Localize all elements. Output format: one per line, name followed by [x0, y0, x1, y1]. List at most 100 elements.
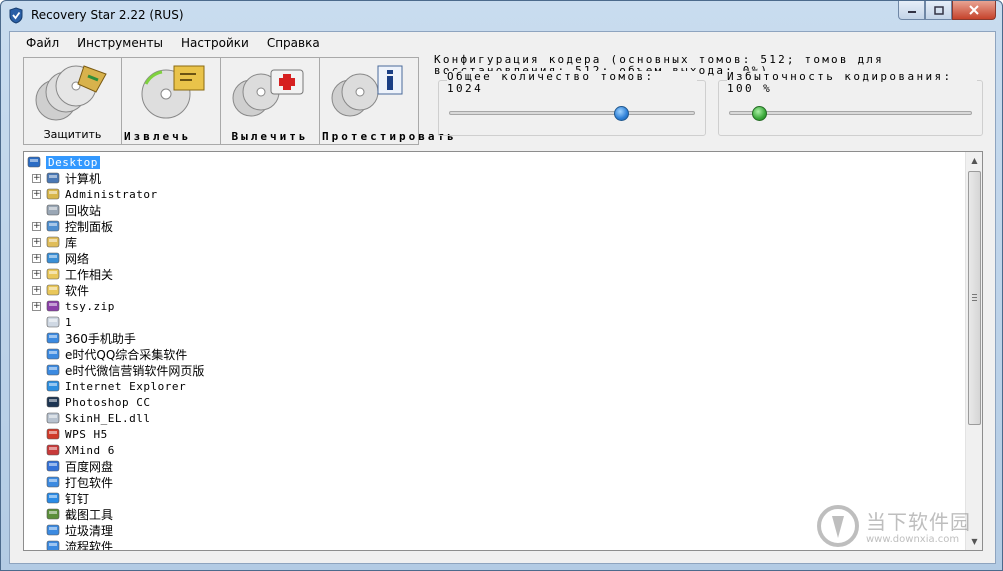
encoder-config-panel: Конфигурация кодера (основных томов: 512…: [428, 52, 988, 142]
app-shortcut-icon: [45, 474, 61, 490]
ie-icon: [45, 378, 61, 394]
tree-item[interactable]: + Administrator: [32, 186, 158, 202]
zip-icon: [45, 298, 61, 314]
tree-item[interactable]: + 计算机: [32, 170, 102, 186]
snipping-icon: [45, 506, 61, 522]
total-volumes-slider[interactable]: [449, 106, 695, 121]
tree-item-label: e时代QQ综合采集软件: [65, 347, 188, 362]
tree-expander-icon[interactable]: +: [32, 301, 41, 311]
watermark: 当下软件园 www.downxia.com: [816, 504, 986, 552]
tree-item-label: 1: [65, 315, 73, 329]
tree-item-label: 钉钉: [65, 491, 90, 506]
app-shortcut-icon: [45, 522, 61, 538]
tree-item[interactable]: WPS H5: [45, 426, 108, 442]
extract-button[interactable]: Извлечь: [122, 57, 221, 145]
close-button[interactable]: [952, 1, 996, 20]
tree-item-label: 打包软件: [65, 475, 114, 490]
baidu-icon: [45, 458, 61, 474]
tree-expander-icon[interactable]: +: [32, 173, 41, 183]
watermark-url: www.downxia.com: [866, 534, 960, 545]
scroll-grip-icon: [972, 294, 977, 301]
menu-settings[interactable]: Настройки: [173, 32, 259, 54]
tree-item-label: 回收站: [65, 203, 102, 218]
tree-item[interactable]: 打包软件: [45, 474, 113, 490]
tree-item-label: 垃圾清理: [65, 523, 114, 538]
title-bar[interactable]: Recovery Star 2.22 (RUS): [1, 1, 1002, 31]
tree-item[interactable]: Internet Explorer: [45, 378, 186, 394]
test-button[interactable]: Протестировать: [320, 57, 457, 145]
extract-label: Извлечь: [124, 130, 192, 143]
menu-bar: Файл Инструменты Настройки Справка: [10, 32, 995, 54]
tree-expander-icon[interactable]: +: [32, 285, 41, 295]
tree-item-label: SkinH_EL.dll: [65, 411, 151, 425]
watermark-name: 当下软件园: [866, 510, 971, 534]
tree-item[interactable]: 垃圾清理: [45, 522, 113, 538]
tree-item[interactable]: + 工作相关: [32, 266, 114, 282]
tree-item[interactable]: 百度网盘: [45, 458, 113, 474]
protect-discs-icon: [35, 65, 107, 121]
tree-item-label: 工作相关: [65, 267, 114, 282]
shortcut-icon: [45, 314, 61, 330]
dingtalk-icon: [45, 490, 61, 506]
tree-item-label: XMind 6: [65, 443, 115, 457]
xmind-icon: [45, 442, 61, 458]
menu-help[interactable]: Справка: [259, 32, 330, 54]
network-icon: [45, 250, 61, 266]
redundancy-group: Избыточность кодирования: 100 %: [718, 71, 983, 136]
app-shortcut-icon: [45, 346, 61, 362]
menu-tools[interactable]: Инструменты: [69, 32, 173, 54]
tree-item[interactable]: + 库: [32, 234, 77, 250]
redundancy-slider[interactable]: [729, 106, 972, 121]
wps-icon: [45, 426, 61, 442]
heal-button[interactable]: Вылечить: [221, 57, 320, 145]
tree-item[interactable]: Photoshop CC: [45, 394, 150, 410]
tree-item-label: Administrator: [65, 187, 158, 201]
test-label: Протестировать: [322, 130, 457, 143]
folder-tree[interactable]: Desktop + 计算机 + Administrator 回收站 + 控制面板 + 库 + 网络 + 工…: [23, 151, 983, 551]
minimize-icon: [907, 11, 916, 13]
tree-item[interactable]: SkinH_EL.dll: [45, 410, 150, 426]
library-icon: [45, 234, 61, 250]
tree-expander-icon[interactable]: +: [32, 189, 41, 199]
redundancy-slider-thumb[interactable]: [751, 106, 767, 121]
tree-item[interactable]: XMind 6: [45, 442, 115, 458]
scroll-thumb[interactable]: [968, 171, 981, 425]
tree-item[interactable]: 截图工具: [45, 506, 113, 522]
tree-item[interactable]: e时代QQ综合采集软件: [45, 346, 187, 362]
app-shortcut-icon: [45, 362, 61, 378]
test-discs-icon: [331, 65, 403, 117]
tree-item[interactable]: + 软件: [32, 282, 89, 298]
tree-item[interactable]: 回收站: [45, 202, 101, 218]
photoshop-icon: [45, 394, 61, 410]
maximize-icon: [933, 5, 944, 15]
tree-item[interactable]: + 控制面板: [32, 218, 113, 234]
tree-expander-icon[interactable]: +: [32, 237, 41, 247]
maximize-button[interactable]: [925, 1, 952, 20]
watermark-logo-icon: [817, 505, 859, 547]
tree-item[interactable]: + 网络: [32, 250, 89, 266]
vertical-scrollbar[interactable]: ▲ ▼: [965, 152, 982, 550]
tree-item[interactable]: 流程软件: [45, 538, 113, 550]
tree-item[interactable]: 1: [45, 314, 72, 330]
tree-expander-icon[interactable]: +: [32, 221, 41, 231]
desktop-icon: [26, 154, 42, 170]
tree-item-label: 计算机: [65, 171, 102, 186]
heal-label: Вылечить: [231, 130, 309, 143]
tree-item[interactable]: 360手机助手: [45, 330, 136, 346]
tree-item[interactable]: e时代微信营销软件网页版: [45, 362, 204, 378]
tree-root[interactable]: Desktop: [26, 154, 100, 170]
menu-file[interactable]: Файл: [18, 32, 69, 54]
total-volumes-slider-thumb[interactable]: [613, 106, 629, 121]
tree-expander-icon[interactable]: +: [32, 269, 41, 279]
tree-item[interactable]: 钉钉: [45, 490, 89, 506]
minimize-button[interactable]: [898, 1, 925, 20]
tree-item[interactable]: + tsy.zip: [32, 298, 115, 314]
scroll-up-arrow[interactable]: ▲: [966, 152, 982, 169]
protect-button[interactable]: Защитить: [23, 57, 122, 145]
total-volumes-group: Общее количество томов: 1024: [438, 71, 706, 136]
total-volumes-label: Общее количество томов: 1024: [447, 71, 697, 97]
control-panel-icon: [45, 218, 61, 234]
tree-item-label: Internet Explorer: [65, 379, 187, 393]
tree-expander-icon[interactable]: +: [32, 253, 41, 263]
dll-icon: [45, 410, 61, 426]
